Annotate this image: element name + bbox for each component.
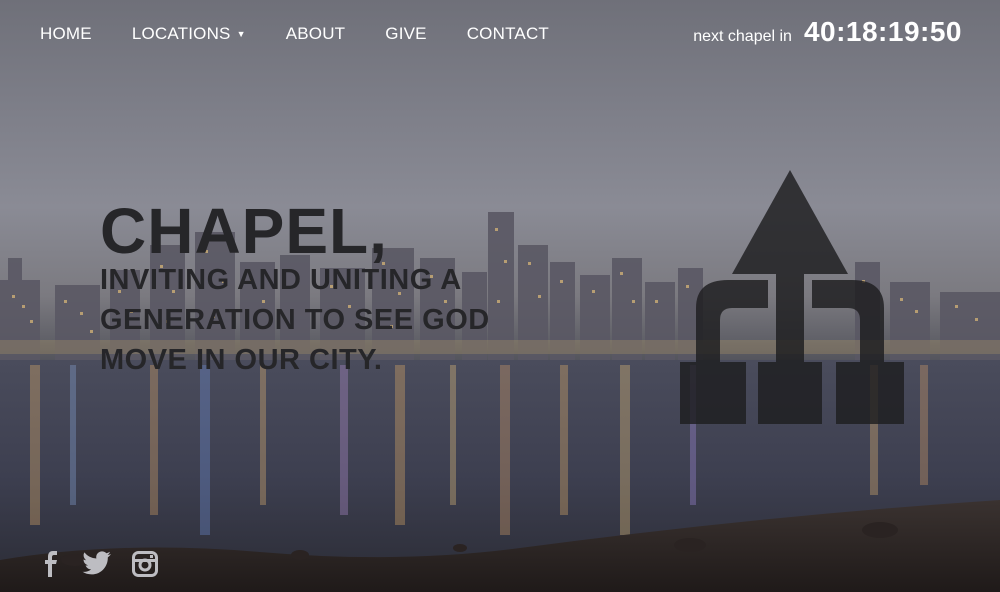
hero-subtitle: INVITING AND UNITING A GENERATION TO SEE… <box>100 264 490 376</box>
facebook-icon[interactable] <box>40 551 62 577</box>
caret-down-icon: ▼ <box>236 29 246 39</box>
chapel-countdown: next chapel in 40:18:19:50 <box>693 16 962 48</box>
hero-title: CHAPEL, <box>100 195 388 267</box>
nav-home-link[interactable]: HOME <box>40 24 92 44</box>
nav-locations-label: LOCATIONS <box>131 24 231 43</box>
countdown-label: next chapel in <box>693 28 792 45</box>
main-navigation: HOME LOCATIONS ▼ ABOUT GIVE CONTACT <box>40 24 589 44</box>
nav-contact-link[interactable]: CONTACT <box>467 24 549 44</box>
twitter-icon[interactable] <box>82 551 112 577</box>
nav-locations-dropdown[interactable]: LOCATIONS ▼ <box>132 24 246 44</box>
nav-about-link[interactable]: ABOUT <box>286 24 346 44</box>
nav-give-link[interactable]: GIVE <box>385 24 426 44</box>
hero-text-block: CHAPEL, INVITING AND UNITING A GENERATIO… <box>100 196 500 380</box>
instagram-icon[interactable] <box>132 551 158 577</box>
countdown-timer: 40:18:19:50 <box>803 16 962 47</box>
social-links <box>40 551 178 577</box>
chapel-arrow-logo-icon <box>680 170 904 424</box>
